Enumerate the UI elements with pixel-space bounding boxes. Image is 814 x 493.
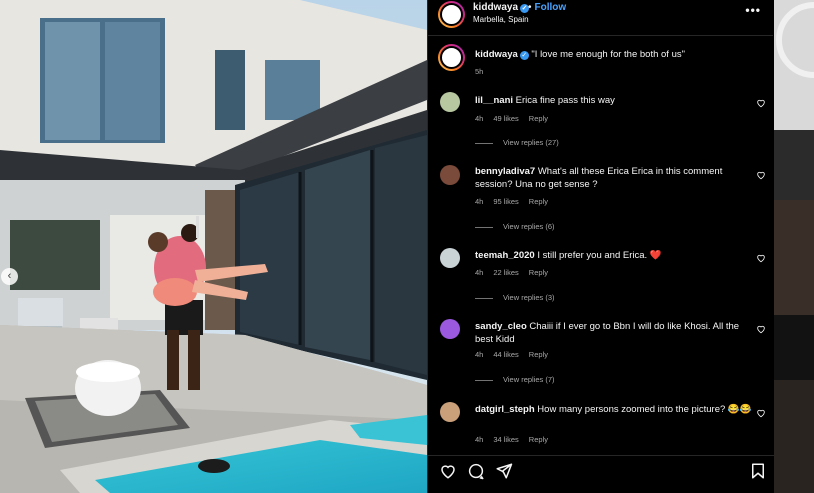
comment-time: 4h — [475, 268, 484, 277]
caption-username[interactable]: kiddwaya — [475, 49, 518, 60]
heart-icon[interactable] — [756, 98, 766, 108]
comment-time: 4h — [475, 114, 484, 123]
comment-text: I still prefer you and Erica. ❤️ — [537, 250, 662, 261]
comment-likes[interactable]: 95 likes — [493, 197, 518, 206]
background-page-strip — [774, 0, 814, 493]
view-replies-button[interactable]: View replies (3) — [475, 293, 555, 302]
background-page-preview — [774, 0, 814, 493]
comment-likes[interactable]: 34 likes — [493, 435, 518, 444]
comment-time: 4h — [475, 350, 484, 359]
view-replies-button[interactable]: View replies (27) — [475, 138, 559, 147]
comment-item: teemah_2020 I still prefer you and Erica… — [428, 247, 774, 307]
comment-item: datgirl_steph How many persons zoomed in… — [428, 401, 774, 449]
commenter-avatar[interactable] — [440, 248, 460, 268]
more-options-icon[interactable]: ••• — [745, 3, 761, 17]
comment-username[interactable]: datgirl_steph — [475, 404, 535, 415]
author-username[interactable]: kiddwaya ✓ — [473, 2, 530, 13]
comment-text: Erica fine pass this way — [515, 95, 615, 106]
comment-item: sandy_cleo Chaiii if I ever go to Bbn I … — [428, 318, 774, 388]
heart-icon[interactable] — [756, 408, 766, 418]
comments-panel: kiddwaya ✓ • Follow Marbella, Spain ••• ki… — [427, 0, 774, 493]
post-image[interactable]: ‹ — [0, 0, 427, 493]
share-icon[interactable] — [495, 462, 513, 480]
bookmark-icon[interactable] — [749, 462, 767, 480]
commenter-avatar[interactable] — [440, 319, 460, 339]
verified-icon: ✓ — [519, 51, 529, 60]
chevron-left-icon[interactable]: ‹ — [1, 268, 18, 285]
reply-button[interactable]: Reply — [529, 114, 548, 123]
commenter-avatar[interactable] — [440, 402, 460, 422]
view-replies-button[interactable]: View replies (6) — [475, 222, 555, 231]
commenter-avatar[interactable] — [440, 165, 460, 185]
caption-avatar[interactable] — [438, 44, 465, 71]
location-link[interactable]: Marbella, Spain — [473, 15, 529, 24]
comment-likes[interactable]: 49 likes — [493, 114, 518, 123]
comment-time: 4h — [475, 435, 484, 444]
comment-item: bennyladiva7 What's all these Erica Eric… — [428, 163, 774, 233]
commenter-avatar[interactable] — [440, 92, 460, 112]
heart-icon[interactable] — [756, 170, 766, 180]
comment-username[interactable]: sandy_cleo — [475, 321, 527, 332]
comment-time: 4h — [475, 197, 484, 206]
comment-username[interactable]: lil__nani — [475, 95, 513, 106]
caption-time: 5h — [475, 67, 484, 76]
comment-username[interactable]: teemah_2020 — [475, 250, 535, 261]
reply-button[interactable]: Reply — [529, 197, 548, 206]
comment-item: lil__nani Erica fine pass this way 4h 49 … — [428, 91, 774, 151]
comment-text: How many persons zoomed into the picture… — [537, 404, 752, 415]
follow-button[interactable]: • Follow — [528, 2, 566, 13]
separator: • — [528, 2, 532, 13]
author-avatar[interactable] — [438, 1, 465, 28]
comment-likes[interactable]: 44 likes — [493, 350, 518, 359]
post-header: kiddwaya ✓ • Follow Marbella, Spain ••• — [428, 0, 773, 36]
post-photo — [0, 0, 427, 493]
heart-icon[interactable] — [756, 253, 766, 263]
reply-button[interactable]: Reply — [529, 435, 548, 444]
comment-likes[interactable]: 22 likes — [493, 268, 518, 277]
reply-button[interactable]: Reply — [529, 268, 548, 277]
comment-username[interactable]: bennyladiva7 — [475, 166, 535, 177]
reply-button[interactable]: Reply — [529, 350, 548, 359]
heart-icon[interactable] — [756, 324, 766, 334]
post-caption: kiddwaya ✓ "I love me enough for the both… — [428, 42, 774, 78]
caption-line: kiddwaya ✓ "I love me enough for the both… — [475, 48, 752, 61]
post-actions — [428, 455, 774, 485]
heart-icon[interactable] — [439, 462, 457, 480]
caption-text: "I love me enough for the both of us" — [531, 49, 685, 60]
comment-icon[interactable] — [467, 462, 485, 480]
view-replies-button[interactable]: View replies (7) — [475, 375, 555, 384]
